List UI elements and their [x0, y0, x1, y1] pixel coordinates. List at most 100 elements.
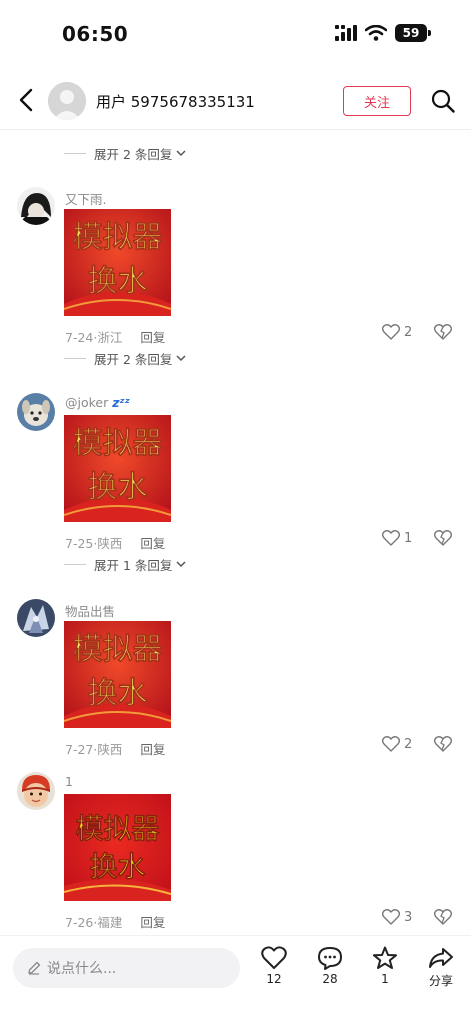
signal-icon [335, 25, 357, 41]
comment-location: 陕西 [97, 536, 123, 551]
comment-image[interactable]: 模拟器 换水 [64, 794, 171, 901]
comment-item: @joker zᶻᶻ 模拟器 换水 7-25·陕西 回复 1 [0, 393, 471, 553]
heart-icon [382, 530, 400, 546]
comment-meta: 7-25·陕西 回复 [65, 533, 165, 552]
reply-button[interactable]: 回复 [140, 533, 165, 552]
like-count: 2 [404, 736, 413, 752]
dislike-button[interactable] [433, 324, 453, 344]
comment-date: 7-27 [65, 742, 94, 757]
comment-date: 7-24 [65, 330, 94, 345]
header: 用户 5975678335131 关注 [0, 70, 471, 130]
comment-item: 物品出售 模拟器 换水 7-27·陕西 回复 2 [0, 599, 471, 759]
status-icons: 59 [335, 24, 431, 42]
broken-heart-icon [433, 909, 453, 925]
character-avatar-icon [17, 599, 55, 637]
poster-line-2: 换水 [89, 850, 146, 883]
comments-button[interactable]: 28 [310, 946, 350, 986]
comment-item: 1 模拟器 换水 7-26·福建 回复 3 [0, 772, 471, 932]
comment-feed[interactable]: 展开 2 条回复 又下雨. 模拟器 换水 7-24·浙江 回复 2 展开 2 条… [0, 131, 471, 935]
commenter-name[interactable]: 又下雨. [65, 189, 106, 208]
page-title: 用户 5975678335131 [96, 93, 255, 111]
heart-icon [261, 946, 287, 969]
commenter-name[interactable]: 1 [65, 774, 73, 789]
share-button[interactable]: 分享 [421, 946, 461, 989]
bottom-action-bar: 说点什么... 12 28 1 分享 [0, 935, 471, 1024]
anime-avatar-icon [17, 187, 55, 225]
like-button[interactable]: 2 [382, 736, 412, 752]
follow-button[interactable]: 关注 [343, 86, 411, 116]
search-button[interactable] [428, 86, 458, 116]
heart-icon [382, 736, 400, 752]
poster-line-1: 模拟器 [73, 426, 164, 461]
heart-icon [382, 324, 400, 340]
expand-label: 展开 2 条回复 [94, 351, 173, 367]
broken-heart-icon [433, 324, 453, 340]
baby-avatar-icon [17, 772, 55, 810]
like-post-button[interactable]: 12 [254, 946, 294, 986]
commenter-avatar[interactable] [17, 187, 55, 225]
commenter-avatar[interactable] [17, 393, 55, 431]
avatar[interactable] [48, 82, 86, 120]
commenter-name[interactable]: @joker zᶻᶻ [65, 395, 130, 410]
comment-location: 陕西 [97, 742, 123, 757]
sleep-emoji: zᶻᶻ [112, 395, 130, 410]
dislike-button[interactable] [433, 736, 453, 756]
back-button[interactable] [14, 84, 38, 116]
collect-button[interactable]: 1 [365, 946, 405, 986]
heart-icon [382, 909, 400, 925]
expand-replies-button[interactable]: 展开 2 条回复 [64, 348, 186, 368]
like-count: 12 [266, 972, 282, 986]
dislike-button[interactable] [433, 909, 453, 929]
broken-heart-icon [433, 736, 453, 752]
comment-image[interactable]: 模拟器 换水 [64, 415, 171, 522]
expand-replies-button[interactable]: 展开 1 条回复 [64, 554, 186, 574]
comment-input[interactable]: 说点什么... [13, 948, 240, 988]
dislike-button[interactable] [433, 530, 453, 550]
chevron-left-icon [19, 88, 33, 112]
chevron-down-icon [176, 561, 186, 568]
reply-button[interactable]: 回复 [140, 739, 165, 758]
poster-line-2: 换水 [88, 676, 149, 711]
comment-image[interactable]: 模拟器 换水 [64, 209, 171, 316]
like-count: 3 [404, 909, 413, 925]
share-icon [429, 948, 453, 968]
like-button[interactable]: 3 [382, 909, 412, 925]
poster-line-2: 换水 [88, 470, 149, 505]
poster-image: 模拟器 换水 [64, 621, 171, 728]
expand-label: 展开 2 条回复 [94, 146, 173, 162]
status-time: 06:50 [62, 22, 129, 46]
reply-button[interactable]: 回复 [140, 327, 165, 346]
poster-line-1: 模拟器 [73, 632, 164, 667]
comment-image[interactable]: 模拟器 换水 [64, 621, 171, 728]
comment-input-placeholder: 说点什么... [47, 961, 117, 977]
wifi-icon [365, 25, 387, 41]
comment-meta: 7-26·福建 回复 [65, 912, 165, 931]
comment-date: 7-26 [65, 915, 94, 930]
like-count: 1 [404, 530, 413, 546]
star-icon [373, 946, 397, 969]
share-label: 分享 [428, 974, 453, 988]
comment-meta: 7-24·浙江 回复 [65, 327, 165, 346]
like-count: 2 [404, 324, 413, 340]
poster-line-1: 模拟器 [73, 220, 164, 255]
reply-button[interactable]: 回复 [140, 912, 165, 931]
commenter-name[interactable]: 物品出售 [65, 601, 115, 620]
comment-location: 福建 [97, 915, 123, 930]
commenter-avatar[interactable] [17, 599, 55, 637]
broken-heart-icon [433, 530, 453, 546]
poster-line-2: 换水 [88, 264, 149, 299]
commenter-avatar[interactable] [17, 772, 55, 810]
poster-image: 模拟器 换水 [64, 209, 171, 316]
poster-line-1: 模拟器 [75, 812, 160, 845]
like-button[interactable]: 1 [382, 530, 412, 546]
comment-bubble-icon [318, 947, 342, 970]
default-user-icon [48, 82, 86, 120]
battery-icon: 59 [395, 24, 431, 42]
poster-image: 模拟器 换水 [64, 794, 171, 901]
comment-item: 又下雨. 模拟器 换水 7-24·浙江 回复 2 [0, 187, 471, 347]
expand-replies-button[interactable]: 展开 2 条回复 [64, 143, 186, 163]
like-button[interactable]: 2 [382, 324, 412, 340]
expand-label: 展开 1 条回复 [94, 557, 173, 573]
comment-location: 浙江 [97, 330, 123, 345]
pencil-icon [28, 961, 41, 975]
